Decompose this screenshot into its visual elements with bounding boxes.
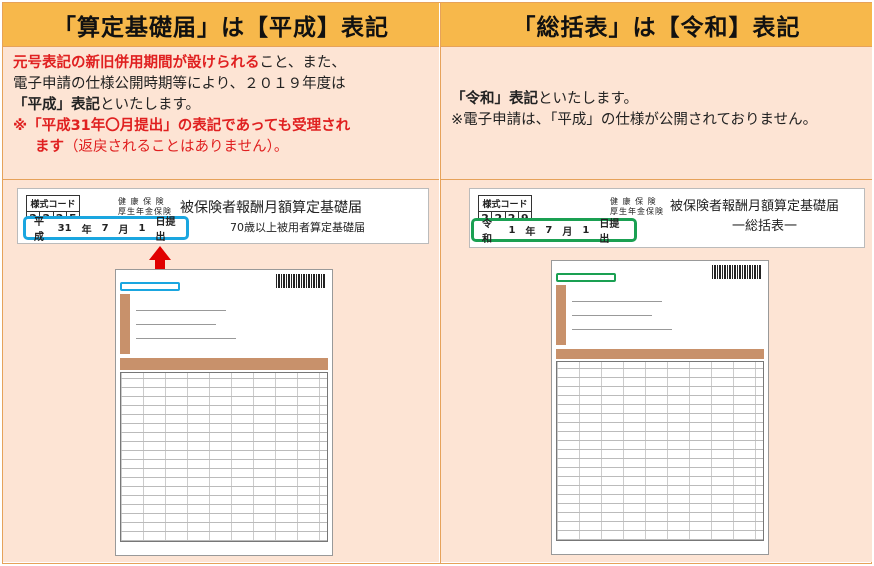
right-date-day: 1 xyxy=(582,224,590,236)
left-desc-line3-rest: といたします。 xyxy=(100,97,201,113)
left-thumb-side-band xyxy=(120,294,130,354)
right-date-era: 令和 xyxy=(482,219,492,245)
right-desc-line1-rest: といたします。 xyxy=(538,91,639,107)
right-date-year: 1 xyxy=(508,224,516,236)
left-description: 元号表記の新旧併用期間が設けられること、また、 電子申請の仕様公開時期等により、… xyxy=(3,47,439,180)
right-thumb-line xyxy=(572,315,652,316)
left-code-label: 様式コード xyxy=(27,196,79,212)
left-note-line2: ます（返戻されることはありません）。 xyxy=(13,137,429,158)
right-date-submit: 日提出 xyxy=(599,219,620,245)
right-thumb-date-highlight xyxy=(556,273,616,282)
left-desc-line3-bold: 「平成」表記 xyxy=(13,97,100,113)
right-code-label: 様式コード xyxy=(479,196,531,212)
left-header: 「算定基礎届」は【平成】表記 xyxy=(3,3,439,47)
left-desc-line1: 元号表記の新旧併用期間が設けられること、また、 xyxy=(13,53,429,74)
left-note-line2-b: （返戻されることはありません）。 xyxy=(64,139,289,155)
left-red-arrow-stem xyxy=(155,259,165,269)
left-red-arrow-icon xyxy=(149,246,171,260)
left-insurance-line1: 健 康 保 険 xyxy=(118,197,165,206)
left-form-subtitle: 70歳以上被用者算定基礎届 xyxy=(230,221,365,234)
left-thumb-barcode xyxy=(276,274,326,288)
right-insurance-line1: 健 康 保 険 xyxy=(610,197,657,206)
right-submission-date-highlight: 令和 1 年 7 月 1 日提出 xyxy=(471,218,637,245)
left-date-day: 1 xyxy=(138,222,146,234)
left-thumb-table xyxy=(120,372,328,542)
right-thumb-side-band xyxy=(556,285,566,345)
right-thumb-barcode xyxy=(712,265,762,279)
left-thumb-date-highlight xyxy=(120,282,180,291)
left-thumb-line xyxy=(136,310,226,311)
comparison-frame: 「算定基礎届」は【平成】表記 元号表記の新旧併用期間が設けられること、また、 電… xyxy=(2,2,872,564)
right-date-month: 7 xyxy=(545,224,553,236)
right-form-thumbnail xyxy=(551,260,769,555)
left-form-thumbnail xyxy=(115,269,333,556)
left-form-title: 被保険者報酬月額算定基礎届 xyxy=(180,200,362,216)
left-date-submit: 日提出 xyxy=(155,217,176,243)
right-date-year-unit: 年 xyxy=(525,226,536,238)
right-thumb-top-band xyxy=(556,349,764,359)
right-thumb-line xyxy=(572,301,662,302)
right-form-area: 様式コード 2 2 2 9 健 康 保 険 厚生年金保険 被保険者報酬月額算定基… xyxy=(441,180,872,562)
left-desc-line3: 「平成」表記といたします。 xyxy=(13,95,429,116)
left-submission-date-highlight: 平成 31 年 7 月 1 日提出 xyxy=(23,216,189,243)
left-thumb-line xyxy=(136,338,236,339)
right-insurance-type: 健 康 保 険 厚生年金保険 xyxy=(610,197,664,217)
left-form-area: 様式コード 2 2 2 5 健 康 保 険 厚生年金保険 被保険者報酬月額算定基… xyxy=(3,180,439,562)
right-thumb-table xyxy=(556,361,764,541)
right-header: 「総括表」は【令和】表記 xyxy=(441,3,872,47)
right-desc-line1: 「令和」表記といたします。 xyxy=(451,89,862,110)
right-date-month-unit: 月 xyxy=(562,226,573,238)
right-column: 「総括表」は【令和】表記 「令和」表記といたします。 ※電子申請は、「平成」の仕… xyxy=(440,3,872,563)
left-note-line1: ※「平成31年〇月提出」の表記であっても受理され xyxy=(13,118,351,134)
left-date-year: 31 xyxy=(57,222,72,234)
left-column: 「算定基礎届」は【平成】表記 元号表記の新旧併用期間が設けられること、また、 電… xyxy=(3,3,439,563)
left-date-month: 7 xyxy=(101,222,109,234)
right-form-subtitle: 一総括表一 xyxy=(732,219,798,234)
left-thumb-line xyxy=(136,324,216,325)
left-date-era: 平成 xyxy=(34,217,44,243)
left-desc-line1-rest: こと、また、 xyxy=(259,55,346,71)
right-desc-line1-bold: 「令和」表記 xyxy=(451,91,538,107)
left-date-month-unit: 月 xyxy=(118,224,129,236)
left-desc-line1-red: 元号表記の新旧併用期間が設けられる xyxy=(13,55,260,71)
right-thumb-line xyxy=(572,329,672,330)
left-desc-line2: 電子申請の仕様公開時期等により、２０１９年度は xyxy=(13,76,346,92)
left-note-line2-a: ます xyxy=(35,139,64,155)
left-thumb-top-band xyxy=(120,358,328,370)
right-description: 「令和」表記といたします。 ※電子申請は、「平成」の仕様が公開されておりません。 xyxy=(441,47,872,180)
left-date-year-unit: 年 xyxy=(81,224,92,236)
right-form-title: 被保険者報酬月額算定基礎届 xyxy=(670,199,840,214)
right-desc-line2: ※電子申請は、「平成」の仕様が公開されておりません。 xyxy=(451,112,818,128)
